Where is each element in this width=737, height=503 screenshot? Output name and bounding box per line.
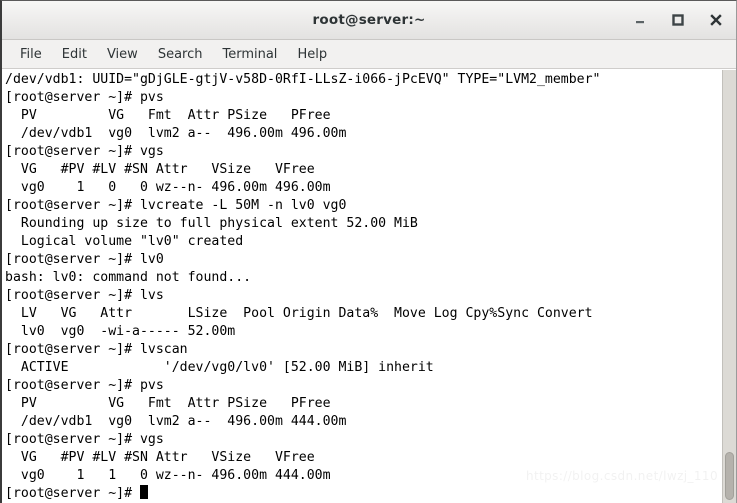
- menu-item-search[interactable]: Search: [148, 44, 213, 65]
- window-title: root@server:~: [312, 12, 426, 28]
- terminal-line: vg0 1 1 0 wz--n- 496.00m 444.00m: [5, 468, 331, 483]
- terminal-line: bash: lv0: command not found...: [5, 270, 252, 285]
- terminal-line: [root@server ~]# lv0: [5, 252, 164, 267]
- terminal-line: [root@server ~]# pvs: [5, 90, 164, 105]
- terminal-output[interactable]: /dev/vdb1: UUID="gDjGLE-gtjV-v58D-0RfI-L…: [2, 70, 722, 503]
- menu-item-help[interactable]: Help: [287, 44, 337, 65]
- terminal-line: LV VG Attr LSize Pool Origin Data% Move …: [5, 306, 593, 321]
- terminal-line: lv0 vg0 -wi-a----- 52.00m: [5, 324, 236, 339]
- menu-bar: File Edit View Search Terminal Help: [2, 40, 736, 69]
- close-icon: [710, 14, 722, 26]
- minimize-button[interactable]: [630, 10, 650, 30]
- terminal-prompt: [root@server ~]#: [5, 486, 140, 501]
- terminal-line: VG #PV #LV #SN Attr VSize VFree: [5, 450, 315, 465]
- menu-item-view[interactable]: View: [97, 44, 148, 65]
- terminal-line: Logical volume "lv0" created: [5, 234, 244, 249]
- terminal-line: PV VG Fmt Attr PSize PFree: [5, 396, 331, 411]
- terminal-line: PV VG Fmt Attr PSize PFree: [5, 108, 331, 123]
- terminal-line: [root@server ~]# lvcreate -L 50M -n lv0 …: [5, 198, 347, 213]
- terminal-line: [root@server ~]# lvs: [5, 288, 164, 303]
- menu-item-file[interactable]: File: [10, 44, 52, 65]
- terminal-line: /dev/vdb1 vg0 lvm2 a-- 496.00m 444.00m: [5, 414, 347, 429]
- window-titlebar[interactable]: root@server:~: [2, 1, 736, 40]
- terminal-cursor: [139, 485, 148, 499]
- terminal-prompt-line: [root@server ~]#: [5, 485, 722, 503]
- terminal-line: Rounding up size to full physical extent…: [5, 216, 418, 231]
- terminal-line: [root@server ~]# vgs: [5, 432, 164, 447]
- terminal-window: root@server:~ File Edit View Search Term…: [0, 0, 737, 503]
- close-button[interactable]: [706, 10, 726, 30]
- terminal-line: ACTIVE '/dev/vg0/lv0' [52.00 MiB] inheri…: [5, 360, 434, 375]
- maximize-button[interactable]: [668, 10, 688, 30]
- terminal-body: /dev/vdb1: UUID="gDjGLE-gtjV-v58D-0RfI-L…: [2, 69, 736, 503]
- maximize-icon: [672, 14, 684, 26]
- terminal-line: vg0 1 0 0 wz--n- 496.00m 496.00m: [5, 180, 331, 195]
- terminal-line: VG #PV #LV #SN Attr VSize VFree: [5, 162, 315, 177]
- terminal-line: /dev/vdb1 vg0 lvm2 a-- 496.00m 496.00m: [5, 126, 347, 141]
- scrollbar-thumb[interactable]: [725, 452, 734, 500]
- terminal-line: /dev/vdb1: UUID="gDjGLE-gtjV-v58D-0RfI-L…: [5, 72, 601, 87]
- terminal-scrollbar[interactable]: [722, 70, 736, 503]
- window-controls: [630, 1, 726, 39]
- terminal-line: [root@server ~]# vgs: [5, 144, 164, 159]
- menu-item-edit[interactable]: Edit: [52, 44, 97, 65]
- terminal-line: [root@server ~]# lvscan: [5, 342, 188, 357]
- minimize-icon: [636, 21, 644, 24]
- terminal-line: [root@server ~]# pvs: [5, 378, 164, 393]
- menu-item-terminal[interactable]: Terminal: [212, 44, 287, 65]
